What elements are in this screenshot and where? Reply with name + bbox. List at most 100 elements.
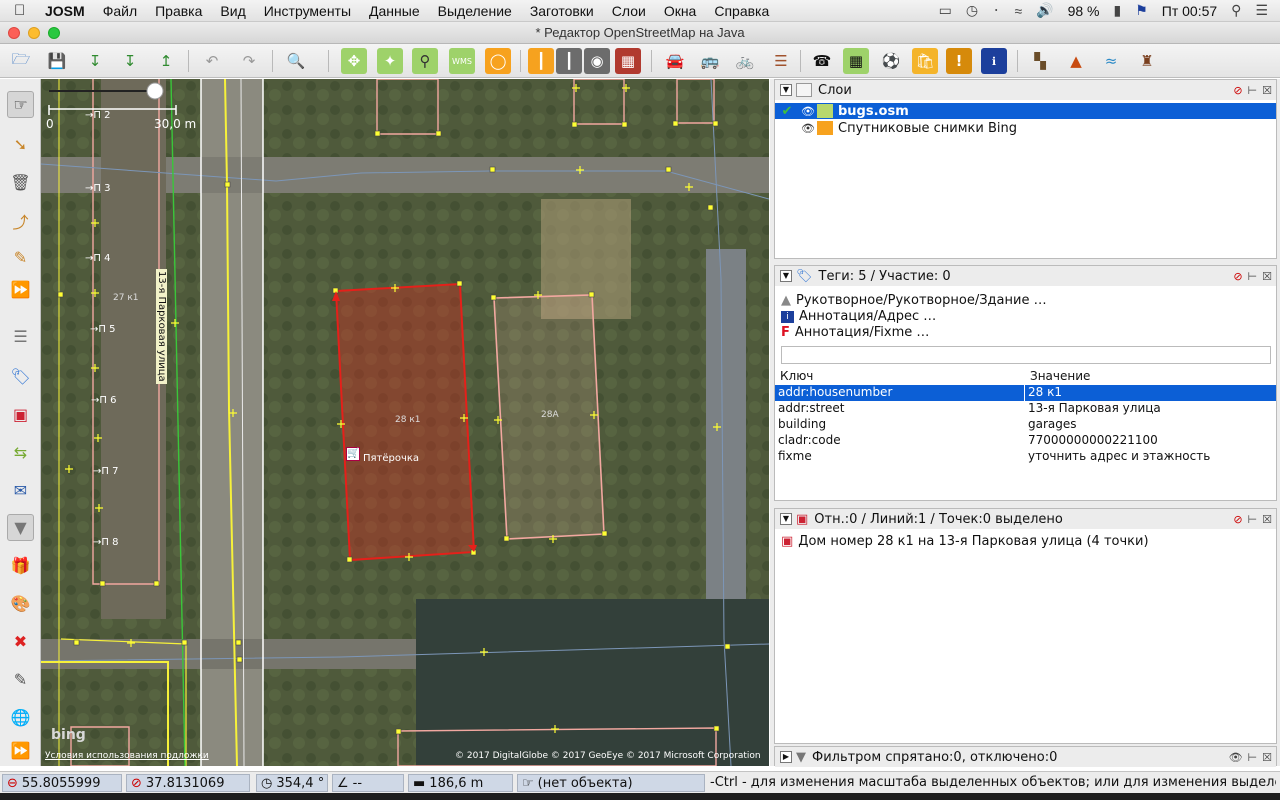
bluetooth-icon[interactable]: ᛫ (992, 3, 1000, 19)
map-view[interactable]: 0 30,0 m 13-я Парковая улица →П 2 →П 3 →… (41, 79, 769, 766)
menu-tools[interactable]: Инструменты (255, 3, 360, 19)
panel-detach-icon[interactable]: ⊢ (1248, 84, 1258, 97)
peak-icon[interactable]: ▲ (1063, 48, 1089, 74)
minimize-window-button[interactable] (28, 27, 40, 39)
imagery-icon[interactable]: ◯ (485, 48, 511, 74)
wikipedia-icon[interactable]: 🌐 (7, 704, 34, 731)
panel-minimize-icon[interactable]: ☒ (1262, 751, 1272, 764)
notification-center-icon[interactable]: ☰ (1255, 2, 1268, 19)
panel-close-icon[interactable]: ⊘ (1233, 513, 1242, 526)
flag-icon[interactable]: ⚑ (1135, 2, 1148, 19)
battery-percent[interactable]: 98 % (1068, 3, 1100, 19)
sport-icon[interactable]: ⚽ (878, 48, 904, 74)
layer-row-bugs[interactable]: ✔ 👁 bugs.osm (775, 103, 1276, 119)
panel-close-icon[interactable]: ⊘ (1233, 270, 1242, 283)
object-field[interactable]: ☞ (нет объекта) (517, 774, 705, 792)
angle-field[interactable]: ∠ -- (332, 774, 404, 792)
phone-icon[interactable]: ☎ (809, 48, 835, 74)
panel-close-icon[interactable]: ⊘ (1233, 84, 1242, 97)
railway-icon[interactable]: ☰ (768, 48, 794, 74)
draw-tool-icon[interactable]: ➘ (7, 131, 34, 158)
messages-toggle-icon[interactable]: ✉ (7, 477, 34, 504)
menu-view[interactable]: Вид (211, 3, 254, 19)
undo-icon[interactable]: ↶ (199, 48, 225, 74)
filter-toggle-icon[interactable]: ▼ (7, 514, 34, 541)
zoom-window-button[interactable] (48, 27, 60, 39)
collapse-icon[interactable]: ▼ (780, 84, 792, 96)
distance-field[interactable]: ▬ 186,6 m (408, 774, 513, 792)
preset-link-building[interactable]: ▲ Рукотворное/Рукотворное/Здание … (781, 293, 1047, 308)
apple-icon[interactable]:  (14, 2, 36, 19)
bicycle-icon[interactable]: 🚲 (732, 48, 758, 74)
expand-icon[interactable]: ▶ (780, 751, 792, 763)
track-preset-icon[interactable]: ┃ (556, 48, 582, 74)
tag-row[interactable]: cladr:code 77000000000221100 (775, 433, 1276, 449)
open-file-icon[interactable]: 🗁 (8, 48, 34, 74)
validation-toggle-icon[interactable]: ✖ (7, 628, 34, 655)
more-tools-icon[interactable]: ⏩ (7, 276, 34, 303)
zoom-to-selection-icon[interactable]: ✦ (377, 48, 403, 74)
tag-row[interactable]: building garages (775, 417, 1276, 433)
value-column-header[interactable]: Значение (1026, 369, 1090, 385)
select-tool-icon[interactable]: ☞ (7, 91, 34, 118)
road-preset-icon[interactable]: ┃ (528, 48, 554, 74)
preset-link-address[interactable]: i Аннотация/Адрес … (781, 309, 936, 324)
close-window-button[interactable] (8, 27, 20, 39)
shop-icon[interactable]: 🛒 (346, 447, 360, 461)
time-machine-icon[interactable]: ◷ (966, 2, 978, 19)
menu-data[interactable]: Данные (360, 3, 429, 19)
visibility-eye-icon[interactable]: 👁 (799, 105, 817, 118)
panel-detach-icon[interactable]: ⊢ (1248, 751, 1258, 764)
menu-selection[interactable]: Выделение (429, 3, 521, 19)
key-column-header[interactable]: Ключ (777, 369, 1026, 385)
preset-link-fixme[interactable]: F Аннотация/Fixme … (781, 325, 929, 340)
menu-app-josm[interactable]: JOSM (36, 3, 94, 19)
selection-list-item[interactable]: ▣ Дом номер 28 к1 на 13-я Парковая улица… (781, 534, 1149, 549)
menu-file[interactable]: Файл (94, 3, 146, 19)
save-icon[interactable]: 💾 (44, 48, 70, 74)
latitude-field[interactable]: ⊖ 55.8055999 (2, 774, 122, 792)
tags-toggle-icon[interactable]: 🏷 (7, 363, 34, 390)
menu-windows[interactable]: Окна (655, 3, 706, 19)
airplay-icon[interactable]: ▭ (939, 2, 952, 19)
industrial-icon[interactable]: ▚ (1027, 48, 1053, 74)
path-preset-icon[interactable]: ◉ (584, 48, 610, 74)
panel-minimize-icon[interactable]: ☒ (1262, 270, 1272, 283)
tag-row[interactable]: addr:street 13-я Парковая улица (775, 401, 1276, 417)
upload-icon[interactable]: ↥ (153, 48, 179, 74)
visibility-eye-icon[interactable]: 👁 (799, 122, 817, 135)
zoom-to-data-icon[interactable]: ✥ (341, 48, 367, 74)
layer-row-bing[interactable]: 👁 Спутниковые снимки Bing (775, 120, 1276, 136)
visibility-eye-icon[interactable]: 👁 (1229, 751, 1243, 764)
panel-detach-icon[interactable]: ⊢ (1248, 513, 1258, 526)
tag-row[interactable]: fixme уточнить адрес и этажность (775, 449, 1276, 465)
more-panels-icon[interactable]: ⏩ (7, 737, 34, 764)
tag-filter-input[interactable] (781, 346, 1271, 364)
car-icon[interactable]: 🚘 (662, 48, 688, 74)
active-layer-check-icon[interactable]: ✔ (775, 104, 799, 119)
pencil-tool-icon[interactable]: ✎ (7, 244, 34, 271)
heading-field[interactable]: ◷ 354,4 ° (256, 774, 328, 792)
panel-detach-icon[interactable]: ⊢ (1248, 270, 1258, 283)
menu-edit[interactable]: Правка (146, 3, 211, 19)
panel-minimize-icon[interactable]: ☒ (1262, 84, 1272, 97)
map-paint-styles-icon[interactable]: 🎨 (7, 590, 34, 617)
volume-icon[interactable]: 🔊 (1036, 2, 1053, 19)
collapse-icon[interactable]: ▼ (780, 270, 792, 282)
panel-minimize-icon[interactable]: ☒ (1262, 513, 1272, 526)
terms-of-use-link[interactable]: Условия использования подложки (45, 751, 209, 761)
longitude-field[interactable]: ⊘ 37.8131069 (126, 774, 250, 792)
menu-help[interactable]: Справка (705, 3, 778, 19)
menu-presets[interactable]: Заготовки (521, 3, 603, 19)
notes-toggle-icon[interactable]: ✎ (7, 666, 34, 693)
bus-icon[interactable]: 🚌 (697, 48, 723, 74)
relations-toggle-icon[interactable]: ⇆ (7, 439, 34, 466)
wifi-icon[interactable]: ≈ (1014, 3, 1022, 19)
wall-preset-icon[interactable]: ▦ (615, 48, 641, 74)
tag-row[interactable]: addr:housenumber 28 к1 (775, 385, 1276, 401)
download-icon[interactable]: ↧ (82, 48, 108, 74)
zoom-to-layer-icon[interactable]: ⚲ (412, 48, 438, 74)
download-along-icon[interactable]: ↧ (117, 48, 143, 74)
shop-icon[interactable]: 🛍 (912, 48, 938, 74)
collapse-icon[interactable]: ▼ (780, 513, 792, 525)
